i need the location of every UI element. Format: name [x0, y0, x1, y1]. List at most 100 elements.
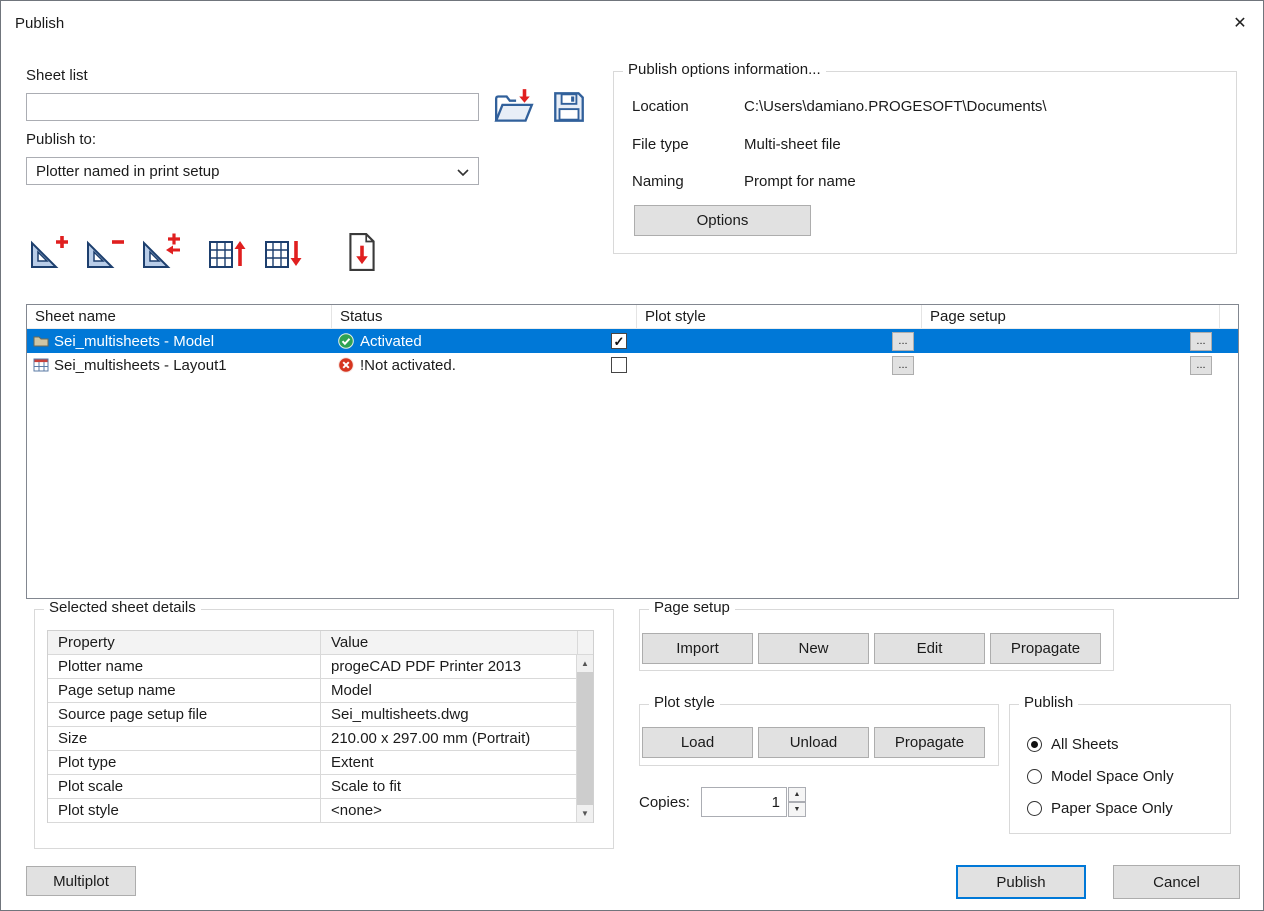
move-sheet-up-button[interactable] [205, 231, 251, 275]
plot-style-browse-button[interactable]: ... [892, 332, 914, 351]
status-cell: !Not activated. [332, 353, 637, 377]
details-table: Property Value Plotter name progeCAD PDF… [47, 630, 594, 823]
property-value: Sei_multisheets.dwg [321, 703, 578, 726]
model-space-icon [33, 333, 49, 349]
column-header-value: Value [321, 631, 578, 654]
cancel-button[interactable]: Cancel [1113, 865, 1240, 899]
property-name: Page setup name [48, 679, 321, 702]
publish-scope-title: Publish [1019, 694, 1078, 711]
add-layouts-button[interactable] [138, 231, 184, 275]
file-type-value: Multi-sheet file [744, 136, 841, 153]
publish-to-combobox[interactable]: Plotter named in print setup [26, 157, 479, 185]
status-cell: Activated [332, 329, 637, 353]
property-name: Plot type [48, 751, 321, 774]
save-sheet-list-button[interactable] [546, 85, 592, 131]
publish-button[interactable]: Publish [956, 865, 1086, 899]
property-name: Plot scale [48, 775, 321, 798]
radio-button-icon[interactable] [1027, 737, 1042, 752]
scroll-down-icon[interactable]: ▼ [577, 805, 593, 822]
page-setup-title: Page setup [649, 599, 735, 616]
radio-button-icon[interactable] [1027, 769, 1042, 784]
add-sheets-button[interactable] [26, 231, 72, 275]
radio-label: Paper Space Only [1051, 800, 1173, 817]
sheet-list-input[interactable] [26, 93, 479, 121]
sheet-row-layout1[interactable]: Sei_multisheets - Layout1 !Not activated… [27, 353, 1238, 377]
naming-label: Naming [632, 173, 684, 190]
column-header-status[interactable]: Status [332, 305, 637, 328]
import-button[interactable]: Import [642, 633, 753, 664]
copies-input[interactable] [701, 787, 787, 817]
unload-button[interactable]: Unload [758, 727, 869, 758]
sheet-name-cell: Sei_multisheets - Model [27, 329, 332, 353]
chevron-down-icon [457, 163, 469, 180]
load-sheet-list-button[interactable] [490, 85, 538, 131]
spinner-down-icon[interactable]: ▼ [788, 802, 806, 817]
status-ok-icon [338, 333, 354, 349]
close-icon[interactable]: ✕ [1217, 1, 1263, 45]
sheet-list-label: Sheet list [26, 67, 88, 84]
load-button[interactable]: Load [642, 727, 753, 758]
remove-sheet-icon [84, 233, 126, 274]
detail-row: Source page setup file Sei_multisheets.d… [48, 703, 593, 727]
property-name: Plot style [48, 799, 321, 822]
details-scrollbar[interactable]: ▲ ▼ [576, 655, 593, 822]
sheet-row-model[interactable]: Sei_multisheets - Model Activated ... ..… [27, 329, 1238, 353]
publish-dialog: Publish ✕ Sheet list Publish to: Plotter [0, 0, 1264, 911]
propagate-page-setup-button[interactable]: Propagate [990, 633, 1101, 664]
plot-style-title: Plot style [649, 694, 720, 711]
detail-row: Plot type Extent [48, 751, 593, 775]
property-value: 210.00 x 297.00 mm (Portrait) [321, 727, 578, 750]
spinner-up-icon[interactable]: ▲ [788, 787, 806, 802]
load-drawing-button[interactable] [339, 231, 385, 275]
scroll-up-icon[interactable]: ▲ [577, 655, 593, 672]
radio-model-space-only[interactable]: Model Space Only [1027, 768, 1174, 785]
include-sheet-checkbox[interactable] [611, 333, 627, 349]
property-value: <none> [321, 799, 578, 822]
sheet-name: Sei_multisheets - Layout1 [54, 357, 227, 374]
plot-style-browse-button[interactable]: ... [892, 356, 914, 375]
column-header-property: Property [48, 631, 321, 654]
include-sheet-checkbox[interactable] [611, 357, 627, 373]
add-layouts-icon [140, 233, 182, 274]
column-header-sheet-name[interactable]: Sheet name [27, 305, 332, 328]
column-header-plot-style[interactable]: Plot style [637, 305, 922, 328]
publish-options-title: Publish options information... [623, 61, 826, 78]
plot-style-group: Plot style Load Unload Propagate [639, 704, 999, 766]
page-setup-browse-button[interactable]: ... [1190, 356, 1212, 375]
detail-row: Plot scale Scale to fit [48, 775, 593, 799]
open-folder-icon [493, 88, 535, 129]
propagate-plot-style-button[interactable]: Propagate [874, 727, 985, 758]
move-sheet-down-button[interactable] [261, 231, 307, 275]
property-value: progeCAD PDF Printer 2013 [321, 655, 578, 678]
row-spacer-cell [1220, 329, 1238, 353]
radio-label: Model Space Only [1051, 768, 1174, 785]
radio-all-sheets[interactable]: All Sheets [1027, 736, 1119, 753]
page-setup-browse-button[interactable]: ... [1190, 332, 1212, 351]
radio-button-icon[interactable] [1027, 801, 1042, 816]
sheet-table-header: Sheet name Status Plot style Page setup [27, 305, 1238, 329]
location-label: Location [632, 98, 689, 115]
edit-button[interactable]: Edit [874, 633, 985, 664]
new-button[interactable]: New [758, 633, 869, 664]
column-header-spacer [1220, 305, 1238, 328]
options-button[interactable]: Options [634, 205, 811, 236]
move-down-icon [263, 233, 305, 274]
naming-value: Prompt for name [744, 173, 856, 190]
detail-row: Plotter name progeCAD PDF Printer 2013 [48, 655, 593, 679]
detail-row: Size 210.00 x 297.00 mm (Portrait) [48, 727, 593, 751]
property-name: Size [48, 727, 321, 750]
move-up-icon [207, 233, 249, 274]
property-value: Model [321, 679, 578, 702]
multiplot-button[interactable]: Multiplot [26, 866, 136, 896]
property-name: Plotter name [48, 655, 321, 678]
page-download-icon [343, 232, 381, 275]
selected-sheet-details-group: Selected sheet details Property Value Pl… [34, 609, 614, 849]
radio-paper-space-only[interactable]: Paper Space Only [1027, 800, 1173, 817]
publish-to-value: Plotter named in print setup [36, 163, 219, 180]
scrollbar-thumb[interactable] [577, 672, 593, 805]
status-text: Activated [360, 333, 422, 350]
remove-sheets-button[interactable] [82, 231, 128, 275]
location-value: C:\Users\damiano.PROGESOFT\Documents\ [744, 98, 1047, 115]
column-header-page-setup[interactable]: Page setup [922, 305, 1220, 328]
detail-row: Page setup name Model [48, 679, 593, 703]
